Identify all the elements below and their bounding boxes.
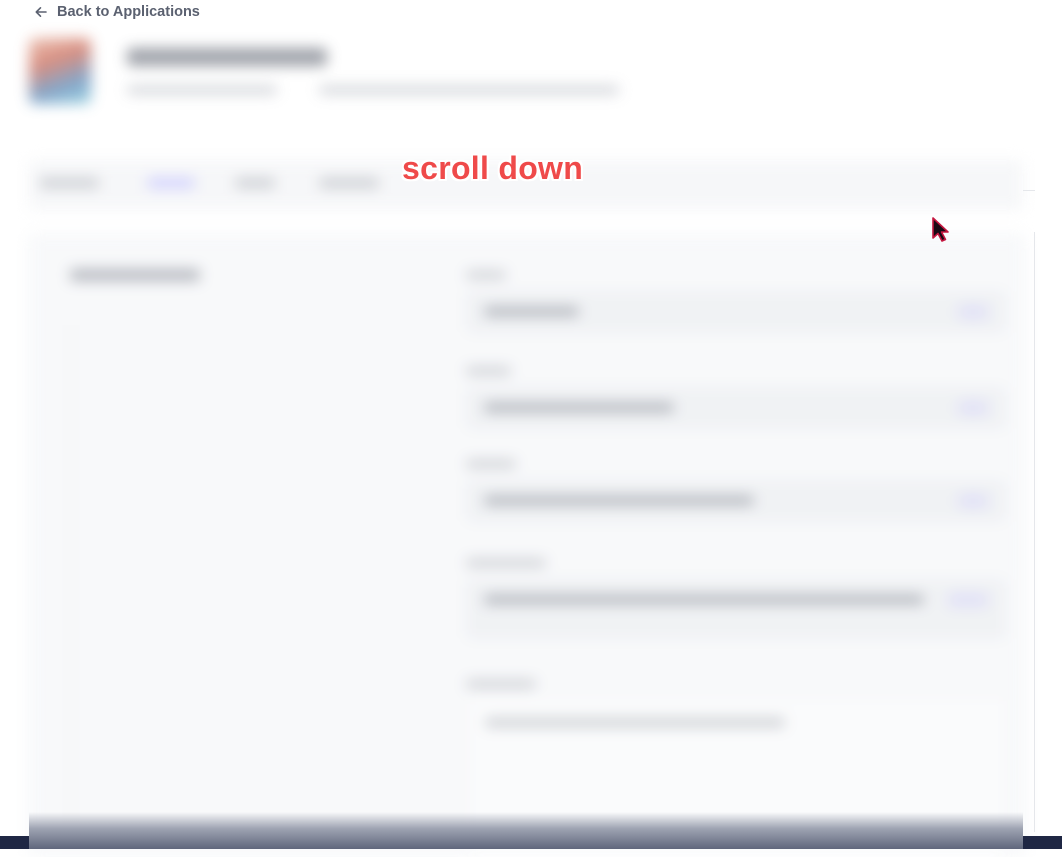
field-label-placeholder bbox=[466, 367, 511, 375]
back-to-applications-link[interactable]: Back to Applications bbox=[34, 2, 200, 22]
mouse-pointer-icon bbox=[931, 216, 951, 249]
tab-placeholder bbox=[235, 178, 275, 188]
field-label-placeholder bbox=[466, 460, 516, 468]
field-placeholder bbox=[466, 387, 1006, 429]
divider bbox=[70, 325, 72, 845]
tab-placeholder bbox=[319, 178, 379, 188]
field-placeholder bbox=[466, 579, 1006, 639]
bottom-fade-overlay bbox=[29, 812, 1023, 849]
field-label-placeholder bbox=[466, 680, 536, 688]
divider bbox=[1034, 232, 1035, 832]
field-placeholder bbox=[466, 291, 1006, 333]
app-subtitle-placeholder bbox=[127, 86, 277, 94]
divider bbox=[1023, 190, 1035, 191]
arrow-left-icon bbox=[34, 5, 48, 19]
app-meta-placeholder bbox=[319, 86, 619, 94]
back-link-label: Back to Applications bbox=[57, 4, 200, 20]
app-title-placeholder bbox=[127, 48, 327, 66]
scroll-down-instruction: scroll down bbox=[402, 150, 584, 186]
tab-active-placeholder bbox=[147, 178, 195, 188]
field-placeholder bbox=[466, 480, 1006, 522]
settings-card bbox=[29, 234, 1025, 857]
footer-bar bbox=[1023, 836, 1062, 849]
field-label-placeholder bbox=[466, 559, 546, 567]
tab-placeholder bbox=[39, 178, 99, 188]
field-label-placeholder bbox=[466, 271, 506, 279]
footer-bar bbox=[0, 836, 29, 849]
section-heading-placeholder bbox=[70, 269, 200, 281]
app-logo bbox=[29, 38, 91, 104]
